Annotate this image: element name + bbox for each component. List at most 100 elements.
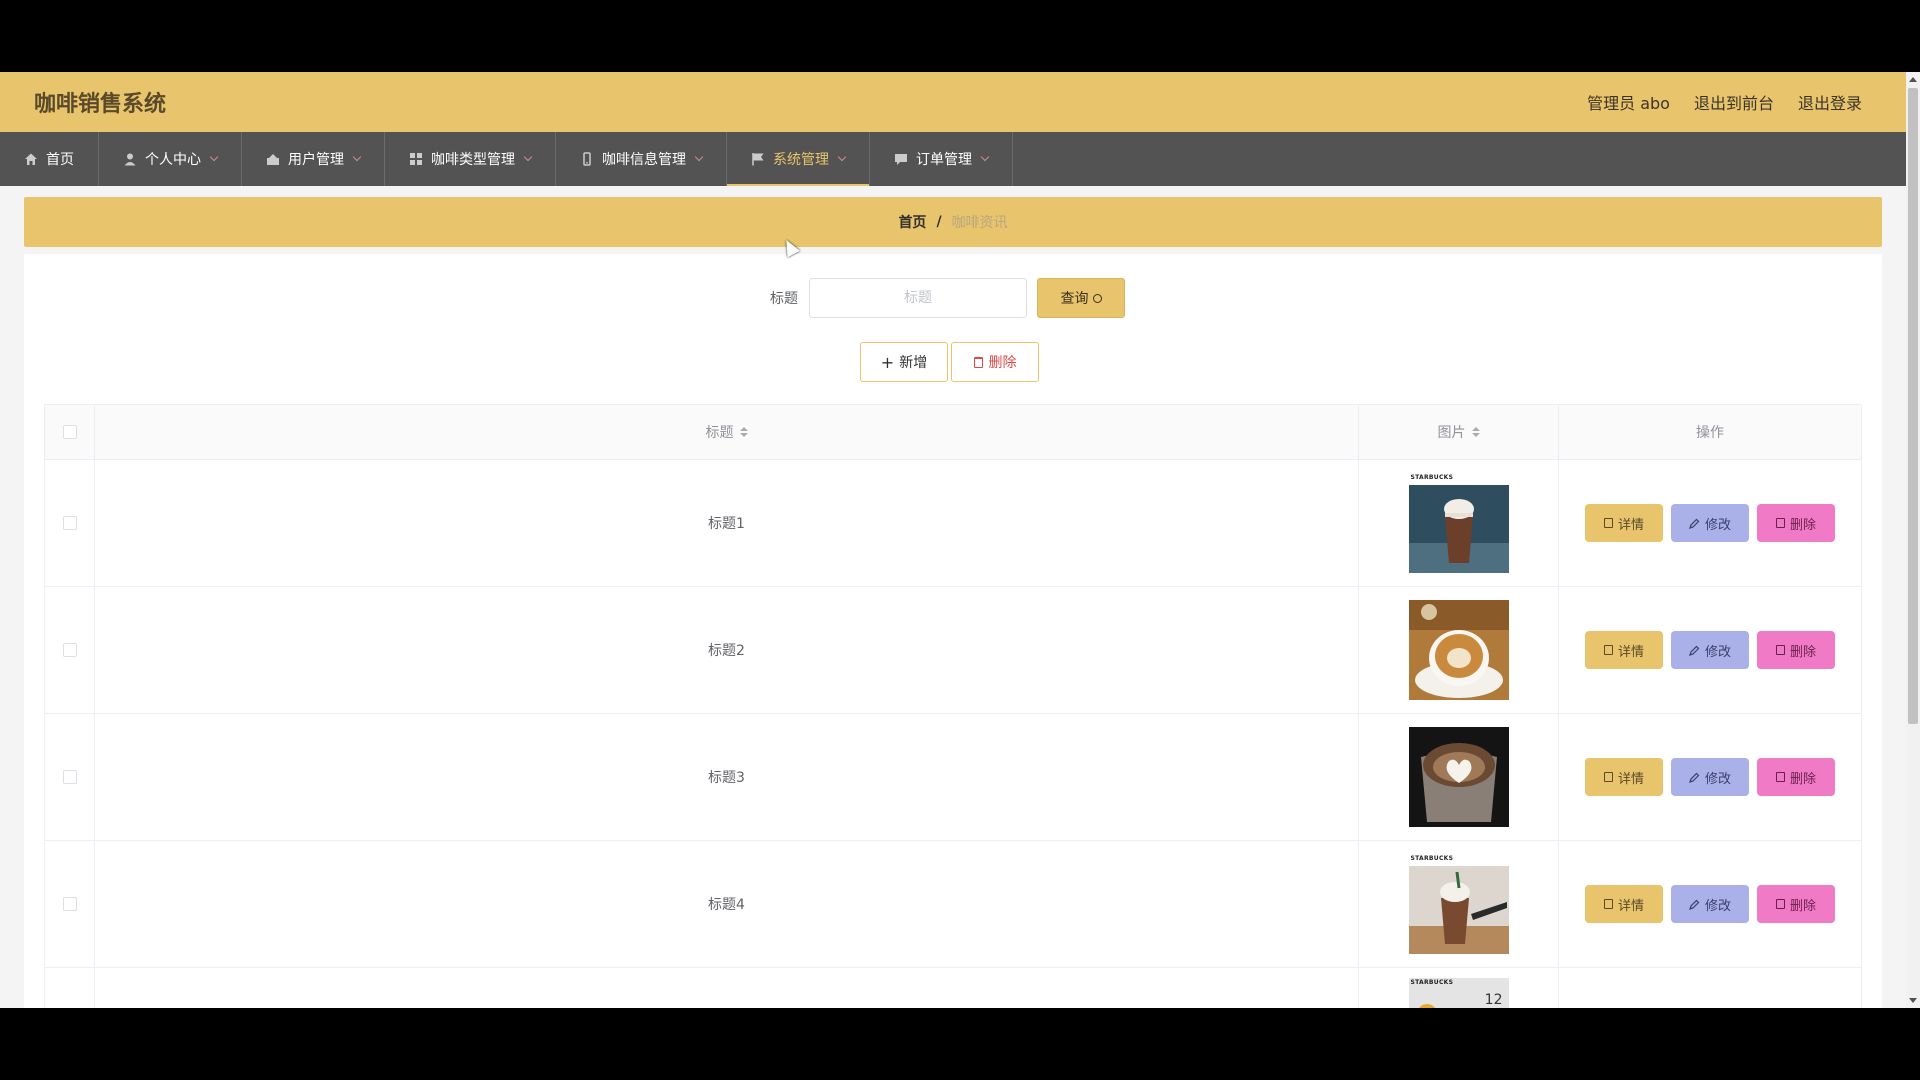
- nav-item-order-management[interactable]: 订单管理: [870, 132, 1013, 186]
- header-title[interactable]: 标题: [95, 405, 1359, 459]
- add-button[interactable]: + 新增: [860, 342, 948, 382]
- query-button-label: 查询: [1060, 291, 1089, 307]
- nav-item-user-management[interactable]: 用户管理: [242, 132, 385, 186]
- grid-icon: [410, 153, 422, 165]
- add-button-label: 新增: [899, 355, 928, 371]
- iced-mocha-photo[interactable]: STARBUCKS: [1408, 473, 1509, 573]
- delete-button-label: 删除: [1789, 771, 1816, 787]
- detail-button-label: 详情: [1617, 517, 1644, 533]
- delete-button-label: 删除: [1789, 898, 1816, 914]
- edit-button[interactable]: 修改: [1671, 758, 1749, 796]
- chevron-down-icon: [837, 152, 847, 162]
- delete-button-label: 删除: [1789, 517, 1816, 533]
- query-button[interactable]: 查询: [1037, 278, 1125, 318]
- detail-button[interactable]: 详情: [1585, 758, 1663, 796]
- breadcrumb-home[interactable]: 首页: [898, 212, 926, 232]
- document-icon: [1603, 645, 1613, 655]
- select-all-checkbox[interactable]: [62, 425, 77, 439]
- row-ops: 详情 修改 删除: [1559, 841, 1861, 967]
- row-ops: 详情 修改 删除: [1559, 587, 1861, 713]
- letterbox-bottom: [0, 1008, 1920, 1080]
- detail-button-label: 详情: [1617, 644, 1644, 660]
- vertical-scrollbar[interactable]: [1906, 72, 1920, 1008]
- edit-button[interactable]: 修改: [1671, 504, 1749, 542]
- edit-button-label: 修改: [1704, 517, 1731, 533]
- flag-icon: [752, 153, 764, 166]
- frappuccino-photo[interactable]: STARBUCKS: [1408, 854, 1509, 954]
- nav-item-personal-center[interactable]: 个人中心: [99, 132, 242, 186]
- row-title: 标题3: [95, 714, 1359, 840]
- header-ops: 操作: [1559, 405, 1861, 459]
- top-header: 咖啡销售系统 管理员 abo 退出到前台 退出登录: [0, 72, 1906, 132]
- batch-delete-button[interactable]: 删除: [951, 342, 1039, 382]
- app-title: 咖啡销售系统: [34, 92, 167, 117]
- row-checkbox[interactable]: [62, 897, 77, 911]
- row-check-cell: [45, 460, 95, 586]
- admin-user-link[interactable]: 管理员 abo: [1587, 90, 1670, 114]
- news-table: 标题 图片 操作 标题1 STARBUCKS 详情 修改 删除 标题2 详情 修…: [44, 404, 1862, 1008]
- detail-button-label: 详情: [1617, 771, 1644, 787]
- scroll-up-arrow-icon[interactable]: [1909, 77, 1917, 82]
- detail-button[interactable]: 详情: [1585, 504, 1663, 542]
- delete-button[interactable]: 删除: [1757, 885, 1835, 923]
- header-image[interactable]: 图片: [1359, 405, 1559, 459]
- nav-item-coffee-type-management[interactable]: 咖啡类型管理: [385, 132, 556, 186]
- nav-item-system-management[interactable]: 系统管理: [727, 132, 870, 186]
- edit-button[interactable]: 修改: [1671, 885, 1749, 923]
- logout-link[interactable]: 退出登录: [1798, 90, 1862, 114]
- batch-delete-label: 删除: [988, 355, 1017, 371]
- letterbox-top: [0, 0, 1920, 72]
- table-header: 标题 图片 操作: [45, 405, 1861, 460]
- document-icon: [1603, 518, 1613, 528]
- chevron-down-icon: [523, 152, 533, 162]
- edit-button-label: 修改: [1704, 898, 1731, 914]
- breadcrumb: 首页 / 咖啡资讯: [24, 197, 1882, 247]
- trash-icon: [1775, 518, 1785, 528]
- home-icon: [25, 153, 37, 165]
- edit-button[interactable]: 修改: [1671, 631, 1749, 669]
- chevron-down-icon: [980, 152, 990, 162]
- browser-viewport: 咖啡销售系统 管理员 abo 退出到前台 退出登录 首页 个人中心 用户管理 咖…: [0, 72, 1920, 1008]
- chat-icon: [895, 154, 907, 165]
- trash-icon: [1775, 772, 1785, 782]
- row-title: 标题2: [95, 587, 1359, 713]
- row-check-cell: [45, 587, 95, 713]
- detail-button[interactable]: 详情: [1585, 885, 1663, 923]
- delete-button[interactable]: 删除: [1757, 504, 1835, 542]
- document-icon: [1603, 772, 1613, 782]
- row-title: [95, 968, 1359, 1008]
- header-ops-label: 操作: [1696, 425, 1724, 441]
- table-row: STARBUCKS 12: [45, 968, 1861, 1008]
- detail-button[interactable]: 详情: [1585, 631, 1663, 669]
- edit-button-label: 修改: [1704, 771, 1731, 787]
- exit-to-front-link[interactable]: 退出到前台: [1694, 90, 1774, 114]
- nav-item-label: 订单管理: [916, 152, 972, 168]
- detail-button-label: 详情: [1617, 898, 1644, 914]
- delete-button[interactable]: 删除: [1757, 631, 1835, 669]
- row-checkbox[interactable]: [62, 643, 77, 657]
- search-row: 标题 查询: [24, 278, 1882, 318]
- scroll-down-arrow-icon[interactable]: [1909, 998, 1917, 1003]
- row-checkbox[interactable]: [62, 770, 77, 784]
- row-checkbox[interactable]: [62, 516, 77, 530]
- group-icon: [267, 154, 279, 165]
- nav-item-home[interactable]: 首页: [0, 132, 99, 186]
- chevron-down-icon: [694, 152, 704, 162]
- row-ops: 详情 修改 删除: [1559, 460, 1861, 586]
- delete-button-label: 删除: [1789, 644, 1816, 660]
- trash-icon: [1775, 899, 1785, 909]
- promo-date-badge: 12: [1484, 992, 1503, 1008]
- promo-photo[interactable]: STARBUCKS 12: [1408, 978, 1509, 1008]
- row-image-cell: STARBUCKS: [1359, 841, 1559, 967]
- sort-icon[interactable]: [739, 427, 748, 437]
- nav-item-coffee-info-management[interactable]: 咖啡信息管理: [556, 132, 727, 186]
- main-nav: 首页 个人中心 用户管理 咖啡类型管理 咖啡信息管理 系统管理 订单管理: [0, 132, 1906, 186]
- delete-button[interactable]: 删除: [1757, 758, 1835, 796]
- title-search-input[interactable]: [809, 278, 1027, 318]
- scrollbar-thumb[interactable]: [1908, 88, 1918, 724]
- row-image-cell: STARBUCKS 12: [1359, 968, 1559, 1008]
- pencil-icon: [1689, 645, 1700, 656]
- sort-icon[interactable]: [1471, 427, 1480, 437]
- latte-art-photo[interactable]: [1408, 727, 1509, 827]
- latte-cup-photo[interactable]: [1408, 600, 1509, 700]
